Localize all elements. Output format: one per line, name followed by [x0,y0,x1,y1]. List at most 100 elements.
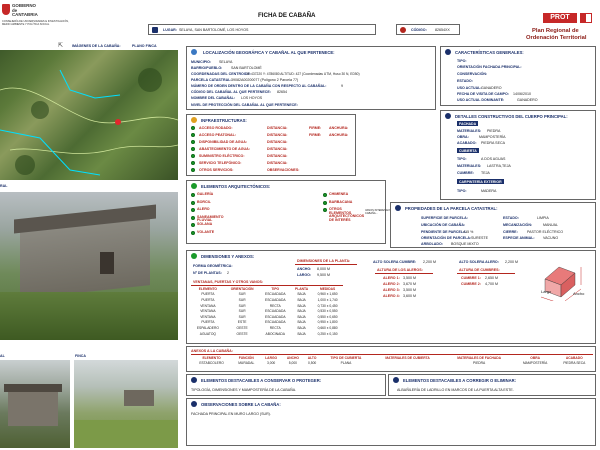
ubic-label: UBICACIÓN DE CABAÑA: [421,223,466,227]
infra-title: INFRAESTRUCTURAS: [201,118,247,123]
location-row-value: 39082A00200077 (Polígono 2 Parcela 77) [231,78,299,82]
prot-flag-icon [580,13,592,23]
infra-section: INFRAESTRUCTURAS: ACCESO RODADO: DISTANCI… [186,114,356,176]
chars-usodom-label: USO ACTUAL DOMINANTE: [457,98,505,102]
chars-section: CARACTERÍSTICAS GENERALES: TIPO: ORIENTA… [440,46,596,106]
location-section: LOCALIZACIÓN GEOGRÁFICA Y CABAÑAL AL QUE… [186,46,436,110]
aerial-map [0,50,178,180]
table-row: PUERTA SUR ESCUADADA BAJA 1,000 x 1,740 [191,297,343,303]
acabado-value: PIEDRA SECA [481,141,505,145]
infra-field: DISTANCIA: [267,154,288,158]
photo-bottom-right [74,360,178,448]
cub-mat-label: MATERIALES: [457,164,482,168]
road-icon [191,117,197,123]
largo-label: LARGO: [297,273,312,277]
fachada-tag: FACHADA [457,121,479,126]
alero-value: 3,500 M [403,288,416,292]
cub-tipo-value: A DOS AGUAS [481,157,506,161]
gov-sub-2: MEDIO AMBIENTE Y POLÍTICA SOCIAL [2,23,50,26]
orient-value: SURESTE [471,236,488,240]
cumbre-value: 4,700 M [485,282,498,286]
cumbre-label: CUMBRE 2: [461,282,481,286]
shield-icon [2,4,10,15]
infra-field: DISTANCIA: [267,147,288,151]
corregir-title: ELEMENTOS DESTACABLES A CORREGIR O ELIMI… [403,378,517,383]
especie-label: ESPECIE ANIMAL: [503,236,535,240]
infra-dot-icon [191,154,195,158]
location-row-label: NÚMERO DE ORDEN DENTRO DE LA CABAÑA CON … [191,84,327,88]
globe-icon [191,49,197,55]
chars-conserv-label: CONSERVACIÓN: [457,72,488,76]
infra-field: FIRME: [309,133,322,137]
al-label: AL [0,354,5,358]
location-row-value: 9 [341,84,343,88]
plan-title-2: Ordenación Territorial [526,35,587,41]
table-row: VENTANA SUR ESCUADADA BAJA 0,530 x 0,550 [191,308,343,314]
infra-field: ABASTECIMIENTO DE AGUA: [199,147,250,151]
anexos-table: ELEMENTO FUNCIÓN LARGO ANCHO ALTO TIPO DE CUB… [191,355,593,366]
conservar-text: TIPOLOGÍA, DIMENSIONES Y MAMPOSTERÍA DE … [191,388,297,392]
alero-label: ALERO 2: [383,282,400,286]
cumbre-value: 2,650 M [485,276,498,280]
arch-option-radio [323,200,327,205]
materiales-label: MATERIALES: [457,129,482,133]
arch-option-radio [191,193,195,197]
prot-badge: PROT [543,13,577,23]
arch-option-label: BORCIL [197,199,211,204]
carp-tipo-label: TIPO: [457,189,467,193]
alto-solera2-value: 2,200 M [505,260,518,264]
observ-section: OBSERVACIONES SOBRE LA CABAÑA: FACHADA P… [186,398,596,446]
infra-dot-icon [191,168,195,172]
gov-line-3: CANTABRIA [12,12,38,18]
carpinteria-tag: CARPINTERÍA EXTERIOR [457,179,504,184]
table-cell [372,361,444,367]
house-diagram [540,266,582,301]
chars-uso-label: USO ACTUAL: [457,86,482,90]
infra-field: ANCHURA: [329,126,349,130]
table-cell: MURADAL [238,361,255,366]
vanos-title: VENTANAS, PUERTAS Y OTROS VANOS: [193,280,264,284]
cumbre-label: CUMBRE 1: [461,276,481,280]
chars-tipo-label: TIPO: [457,59,467,63]
anexos-section: ANEXOS A LA CABAÑA: ELEMENTO FUNCIÓN LARGO… [186,346,596,372]
table-row: PUERTA SUR ESCUADADA BAJA 0,960 x 1,650 [191,292,343,298]
location-row-value: SAN BARTOLOMÉ [231,66,262,70]
mecan-label: MECANIZACIÓN: [503,223,533,227]
chars-title: CARACTERÍSTICAS GENERALES: [455,50,524,55]
chars-uso-value: GANADERO [481,86,502,90]
estado-label: ESTADO: [503,216,519,220]
infra-field: OTROS SERVICIOS: [199,168,234,172]
arch-title: ELEMENTOS ARQUITECTÓNICOS: [201,184,271,189]
lugar-label: LUGAR: [163,28,177,32]
dimplanta-title: DIMENSIONES DE LA PLANTA: [297,259,351,263]
tag-icon [400,27,406,33]
table-cell: PLANA [340,361,352,366]
ancho-value: 8,000 M [317,267,330,271]
pend-label: PENDIENTE DE PARCELA: [421,230,467,234]
lugar-value: SELAYA, SAN BARTOLOMÉ, LOS HOYOS [179,28,249,32]
infra-field: SUMINISTRO ELÉCTRICO: [199,154,245,158]
corregir-text: ALBAÑILERÍA DE LADRILLO EN MARCOS DE LA … [397,388,514,392]
cierre-label: CIERRE: [503,230,518,234]
infra-dot-icon [191,140,195,144]
orient-label: ORIENTACIÓN DE PARCELA: [421,236,472,240]
details-section: DETALLES CONSTRUCTIVOS DEL CUERPO PRINCI… [440,110,596,200]
cumbre-label: CUMBRE: [457,171,474,175]
vanos-table: ELEMENTO ORIENTACIÓN TIPO PLANTA MEDIDAS PUER… [191,286,343,336]
table-cell: ABOCINADA [265,331,285,336]
cubierta-tag: CUBIERTA [457,148,479,153]
arch-option-radio [191,215,195,220]
mecan-value: MANUAL [543,223,558,227]
alero-value: 3,500 M [403,276,416,280]
infra-field: FIRME: [309,126,322,130]
arch-option-label: BARBACANA [329,199,353,204]
conservar-section: ELEMENTOS DESTACABLES A CONSERVAR O PROT… [186,374,386,396]
page-title: FICHA DE CABAÑA [258,12,316,19]
chars-usodom-value: GANADERO [517,98,538,102]
infra-field: ANCHURA: [329,133,349,137]
ancho-label: ANCHO: [297,267,312,271]
location-row-value: X: 437220 Y: 4786080 ALTITUD: 427 (Coord… [247,72,360,76]
arch-section: ELEMENTOS ARQUITECTÓNICOS: GALERÍA BORCIL… [186,180,399,244]
location-row-label: PARCELA CATASTRAL: [191,78,232,82]
estado-value: LIMPIA [537,216,549,220]
